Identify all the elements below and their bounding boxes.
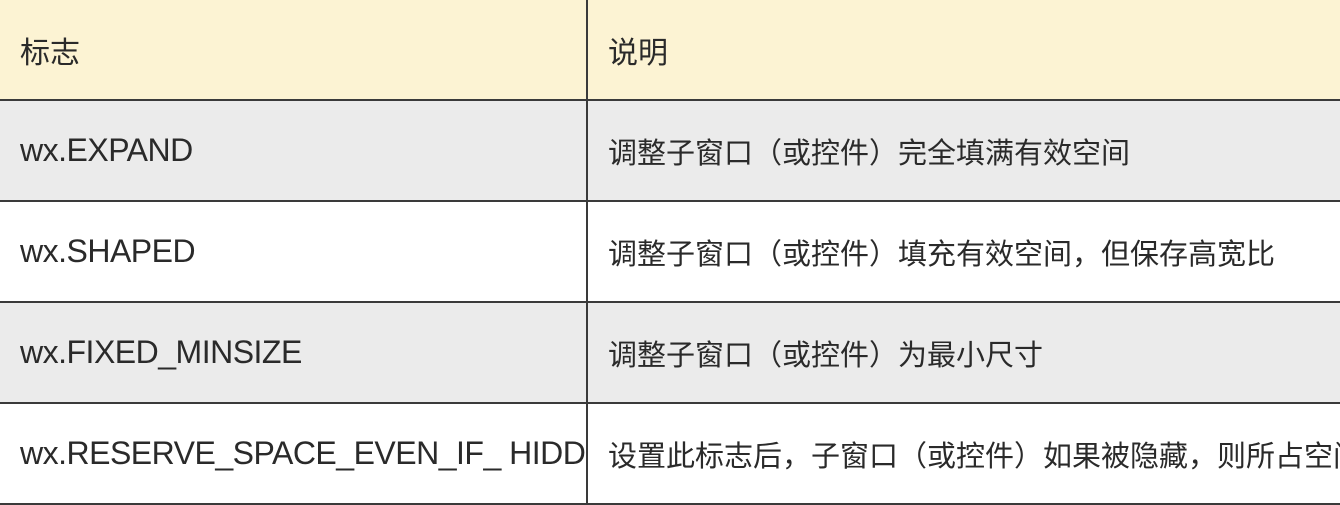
- flag-cell: wx.SHAPED: [0, 200, 588, 303]
- description-cell: 调整子窗口（或控件）完全填满有效空间: [586, 100, 1340, 202]
- flag-cell: wx.RESERVE_SPACE_EVEN_IF_ HIDDEN: [0, 402, 588, 505]
- flags-table-container: 标志 说明 wx.EXPAND 调整子窗口（或控件）完全填满有效空间 wx.SH…: [0, 0, 1340, 505]
- flag-cell: wx.FIXED_MINSIZE: [0, 301, 588, 404]
- column-header-flag: 标志: [0, 0, 588, 101]
- description-cell: 调整子窗口（或控件）为最小尺寸: [586, 301, 1340, 404]
- table-row: wx.FIXED_MINSIZE 调整子窗口（或控件）为最小尺寸: [0, 301, 1340, 404]
- column-header-description: 说明: [586, 0, 1340, 101]
- table-row: wx.RESERVE_SPACE_EVEN_IF_ HIDDEN 设置此标志后，…: [0, 402, 1340, 505]
- table-row: wx.SHAPED 调整子窗口（或控件）填充有效空间，但保存高宽比: [0, 200, 1340, 303]
- flag-cell: wx.EXPAND: [0, 100, 588, 202]
- description-cell: 设置此标志后，子窗口（或控件）如果被隐藏，则所占空间保留: [586, 402, 1340, 505]
- table-row: wx.EXPAND 调整子窗口（或控件）完全填满有效空间: [0, 100, 1340, 202]
- table-header-row: 标志 说明: [0, 0, 1340, 101]
- flags-table: 标志 说明 wx.EXPAND 调整子窗口（或控件）完全填满有效空间 wx.SH…: [0, 0, 1340, 505]
- description-cell: 调整子窗口（或控件）填充有效空间，但保存高宽比: [586, 200, 1340, 303]
